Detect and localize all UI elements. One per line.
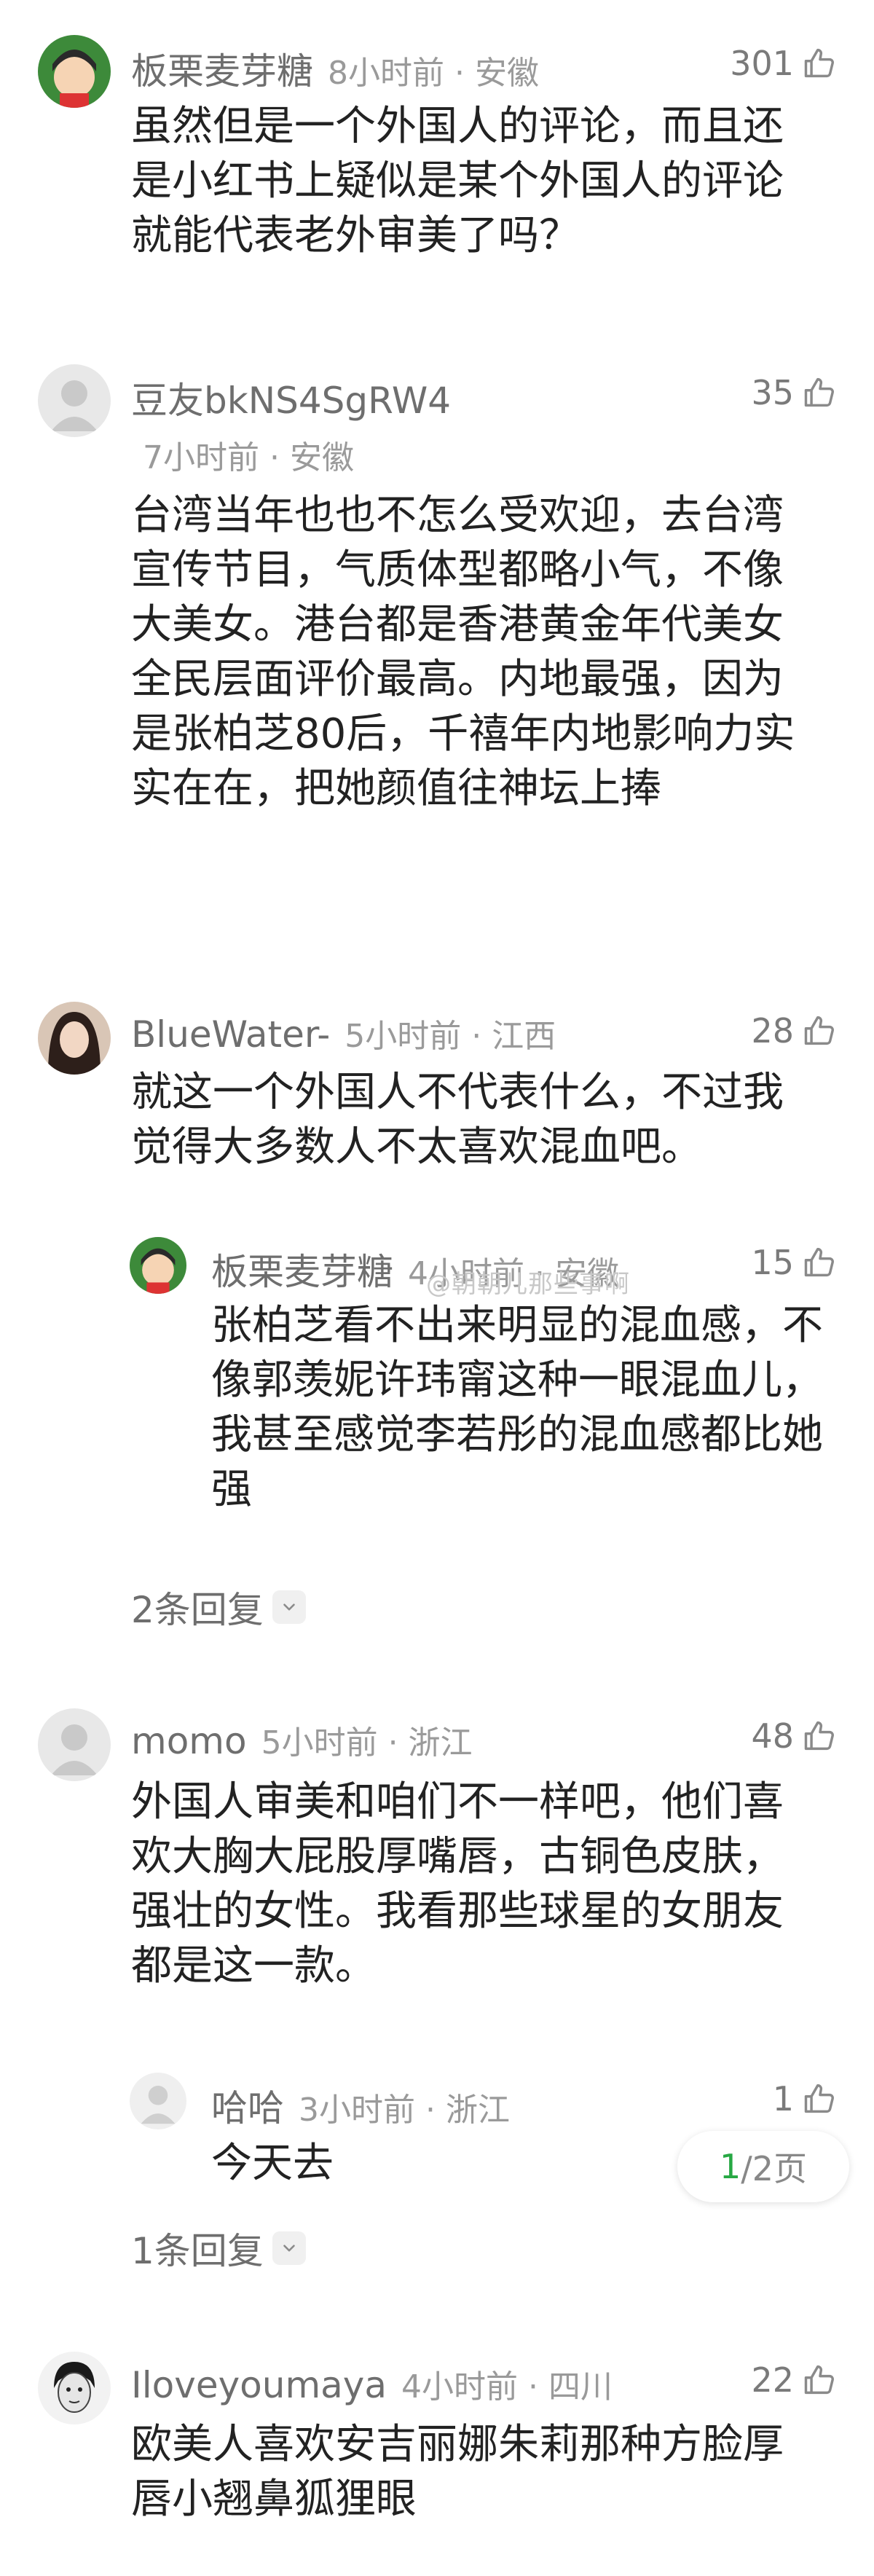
comment-text: 外国人审美和咱们不一样吧，他们喜欢大胸大屁股厚嘴唇，古铜色皮肤，强壮的女性。我看… <box>131 1778 784 1990</box>
avatar[interactable] <box>38 1708 111 1781</box>
like-button[interactable]: 22 <box>751 2360 839 2400</box>
timestamp-location: 4小时前 · 四川 <box>401 2368 613 2406</box>
comment-text: 台湾当年也也不怎么受欢迎，去台湾宣传节目，气质体型都略小气，不像大美女。港台都是… <box>131 492 795 812</box>
reply-timestamp-location: 3小时前 · 浙江 <box>299 2092 510 2129</box>
reply-username[interactable]: 板栗麦芽糖 <box>211 1251 393 1293</box>
like-button[interactable]: 35 <box>751 373 839 412</box>
reply-username[interactable]: 哈哈 <box>211 2087 284 2129</box>
expand-replies-button[interactable]: 2条回复 <box>131 1581 306 1633</box>
comment-text: 欧美人喜欢安吉丽娜朱莉那种方脸厚唇小翘鼻狐狸眼 <box>131 2421 784 2523</box>
like-count: 22 <box>751 2360 794 2400</box>
like-count: 28 <box>751 1011 794 1051</box>
reply-text: 张柏芝看不出来明显的混血感，不像郭羡妮许玮甯这种一眼混血儿，我甚至感觉李若彤的混… <box>211 1302 823 1513</box>
chevron-down-icon <box>272 2231 306 2265</box>
like-thumb-icon <box>801 374 839 412</box>
like-button[interactable]: 301 <box>730 44 839 83</box>
reply-like-button[interactable]: 15 <box>751 1243 839 1282</box>
like-button[interactable]: 28 <box>751 1011 839 1051</box>
like-count: 35 <box>751 373 794 412</box>
username[interactable]: Iloveyoumaya <box>131 2364 387 2406</box>
like-count: 48 <box>751 1716 794 1756</box>
chevron-down-icon <box>272 1590 306 1624</box>
like-thumb-icon <box>801 44 839 82</box>
page-indicator[interactable]: 1/2页 <box>677 2131 849 2202</box>
reply-avatar[interactable] <box>130 1237 186 1294</box>
reply-like-count: 1 <box>772 2079 794 2118</box>
like-thumb-icon <box>801 2361 839 2399</box>
username[interactable]: BlueWater- <box>131 1013 330 1056</box>
timestamp-location: 5小时前 · 江西 <box>345 1018 556 1055</box>
like-thumb-icon <box>801 1717 839 1755</box>
comment-text: 虽然但是一个外国人的评论，而且还是小红书上疑似是某个外国人的评论就能代表老外审美… <box>131 103 784 259</box>
timestamp-location: 8小时前 · 安徽 <box>328 55 539 92</box>
like-thumb-icon <box>801 1012 839 1050</box>
avatar[interactable] <box>38 35 111 108</box>
reply-count-label: 1条回复 <box>131 2230 264 2272</box>
current-page: 1 <box>719 2147 741 2186</box>
expand-replies-button[interactable]: 1条回复 <box>131 2222 306 2274</box>
avatar[interactable] <box>38 364 111 437</box>
reply-like-button[interactable]: 1 <box>773 2079 839 2118</box>
like-count: 301 <box>730 44 794 83</box>
timestamp-location: 5小时前 · 浙江 <box>261 1724 473 1762</box>
username[interactable]: momo <box>131 1720 247 1762</box>
reply-avatar[interactable] <box>130 2073 186 2129</box>
reply-count-label: 2条回复 <box>131 1589 264 1631</box>
timestamp-location: 7小时前 · 安徽 <box>143 439 354 476</box>
avatar[interactable] <box>38 1002 111 1075</box>
watermark: @朝朝儿那些事啊 <box>426 1270 630 1299</box>
username[interactable]: 豆友bkNS4SgRW4 <box>131 380 451 422</box>
comment-text: 就这一个外国人不代表什么，不过我觉得大多数人不太喜欢混血吧。 <box>131 1069 784 1171</box>
like-button[interactable]: 48 <box>751 1716 839 1756</box>
username[interactable]: 板栗麦芽糖 <box>131 50 313 93</box>
like-thumb-icon <box>801 2080 839 2118</box>
avatar[interactable] <box>38 2352 111 2424</box>
reply-text: 今天去 <box>211 2140 334 2187</box>
like-thumb-icon <box>801 1244 839 1281</box>
reply-like-count: 15 <box>751 1243 794 1282</box>
total-pages: /2页 <box>741 2149 808 2188</box>
